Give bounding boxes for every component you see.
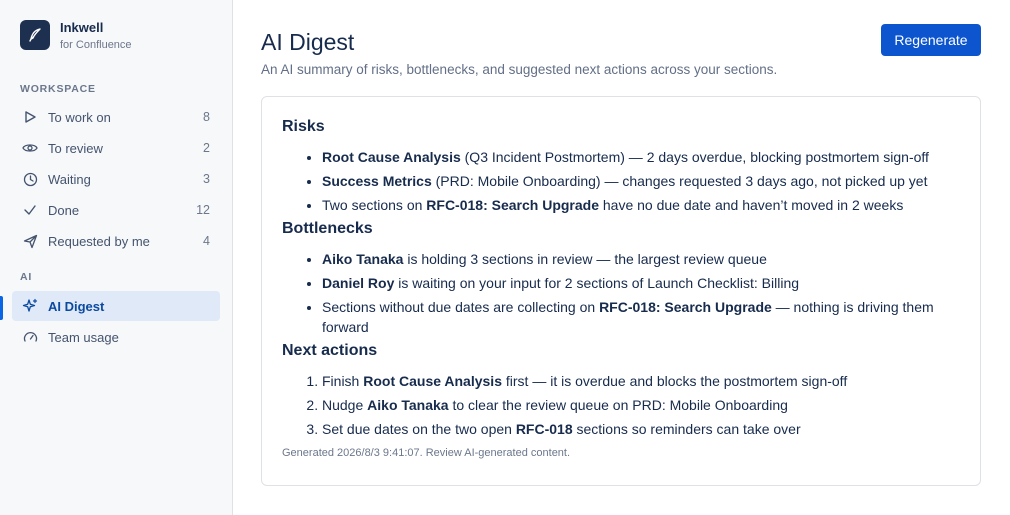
sidebar-item-ai-digest[interactable]: AI Digest: [12, 291, 220, 321]
item-text: to clear the review queue on PRD: Mobile…: [448, 397, 788, 413]
sidebar-item-label: Requested by me: [48, 233, 150, 249]
item-text: is holding 3 sections in review — the la…: [403, 251, 767, 267]
item-bold: RFC-018: Search Upgrade: [426, 197, 599, 213]
item-text: (PRD: Mobile Onboarding) — changes reque…: [431, 173, 928, 189]
sidebar-item-label: Waiting: [48, 171, 91, 187]
list-item: Root Cause Analysis (Q3 Incident Postmor…: [322, 147, 960, 167]
brand-subtitle: for Confluence: [60, 39, 132, 51]
list-item: Two sections on RFC-018: Search Upgrade …: [322, 195, 960, 215]
digest-card: Risks Root Cause Analysis (Q3 Incident P…: [261, 96, 981, 486]
regenerate-button[interactable]: Regenerate: [881, 24, 981, 56]
check-icon: [22, 202, 38, 218]
item-text: sections so reminders can take over: [572, 421, 801, 437]
sidebar: Inkwell for Confluence WORKSPACE To work…: [0, 0, 233, 515]
sidebar-item-count: 4: [203, 234, 210, 248]
item-pre: Set due dates on the two open: [322, 421, 516, 437]
list-item: Nudge Aiko Tanaka to clear the review qu…: [322, 395, 960, 415]
eye-icon: [22, 140, 38, 156]
list-item: Finish Root Cause Analysis first — it is…: [322, 371, 960, 391]
item-bold: Root Cause Analysis: [363, 373, 502, 389]
item-text: is waiting on your input for 2 sections …: [394, 275, 800, 291]
sidebar-item-done[interactable]: Done 12: [12, 195, 220, 225]
ai-section-label: AI: [20, 271, 33, 283]
sidebar-item-label: To work on: [48, 109, 111, 125]
play-icon: [22, 109, 38, 125]
list-item: Sections without due dates are collectin…: [322, 297, 960, 337]
workspace-section-label: WORKSPACE: [20, 83, 96, 95]
page-title: AI Digest: [261, 29, 355, 55]
item-text: have no due date and haven’t moved in 2 …: [599, 197, 904, 213]
list-item: Daniel Roy is waiting on your input for …: [322, 273, 960, 293]
item-text: (Q3 Incident Postmortem) — 2 days overdu…: [460, 149, 929, 165]
sidebar-item-label: AI Digest: [48, 298, 105, 314]
clock-icon: [22, 171, 38, 187]
item-pre: Finish: [322, 373, 364, 389]
item-bold: RFC-018: [515, 421, 573, 437]
list-item: Aiko Tanaka is holding 3 sections in rev…: [322, 249, 960, 269]
item-bold: Aiko Tanaka: [322, 251, 404, 267]
sidebar-item-label: To review: [48, 140, 103, 156]
sidebar-item-waiting[interactable]: Waiting 3: [12, 164, 220, 194]
risks-heading: Risks: [282, 118, 325, 135]
next-actions-list: Finish Root Cause Analysis first — it is…: [322, 371, 960, 439]
generated-note: Generated 2026/8/3 9:41:07. Review AI-ge…: [282, 447, 571, 459]
item-pre: Nudge: [322, 397, 368, 413]
item-bold: Success Metrics: [322, 173, 432, 189]
item-bold: Daniel Roy: [322, 275, 395, 291]
page-subtitle: An AI summary of risks, bottlenecks, and…: [261, 62, 778, 77]
sparkle-icon: [22, 298, 38, 314]
bottlenecks-heading: Bottlenecks: [282, 220, 373, 237]
active-indicator: [0, 296, 3, 320]
brand: Inkwell for Confluence: [20, 20, 132, 53]
sidebar-item-count: 8: [203, 110, 210, 124]
item-text: first — it is overdue and blocks the pos…: [501, 373, 848, 389]
item-pre: Two sections on: [322, 197, 427, 213]
brand-name: Inkwell: [60, 20, 104, 35]
sidebar-item-count: 2: [203, 141, 210, 155]
list-item: Success Metrics (PRD: Mobile Onboarding)…: [322, 171, 960, 191]
sidebar-item-label: Team usage: [48, 329, 119, 345]
sidebar-item-requested-by-me[interactable]: Requested by me 4: [12, 226, 220, 256]
gauge-icon: [22, 329, 38, 345]
item-pre: Sections without due dates are collectin…: [322, 299, 600, 315]
item-bold: Root Cause Analysis: [322, 149, 461, 165]
item-bold: RFC-018: Search Upgrade: [599, 299, 772, 315]
list-item: Set due dates on the two open RFC-018 se…: [322, 419, 960, 439]
item-bold: Aiko Tanaka: [367, 397, 449, 413]
bottlenecks-list: Aiko Tanaka is holding 3 sections in rev…: [322, 249, 960, 337]
risks-list: Root Cause Analysis (Q3 Incident Postmor…: [322, 147, 960, 215]
sidebar-item-count: 3: [203, 172, 210, 186]
sidebar-item-to-work-on[interactable]: To work on 8: [12, 102, 220, 132]
send-icon: [22, 233, 38, 249]
sidebar-item-count: 12: [196, 203, 210, 217]
sidebar-item-to-review[interactable]: To review 2: [12, 133, 220, 163]
sidebar-item-label: Done: [48, 202, 80, 218]
quill-logo-icon: [20, 20, 50, 50]
next-actions-heading: Next actions: [282, 342, 378, 359]
sidebar-item-team-usage[interactable]: Team usage: [12, 322, 220, 352]
